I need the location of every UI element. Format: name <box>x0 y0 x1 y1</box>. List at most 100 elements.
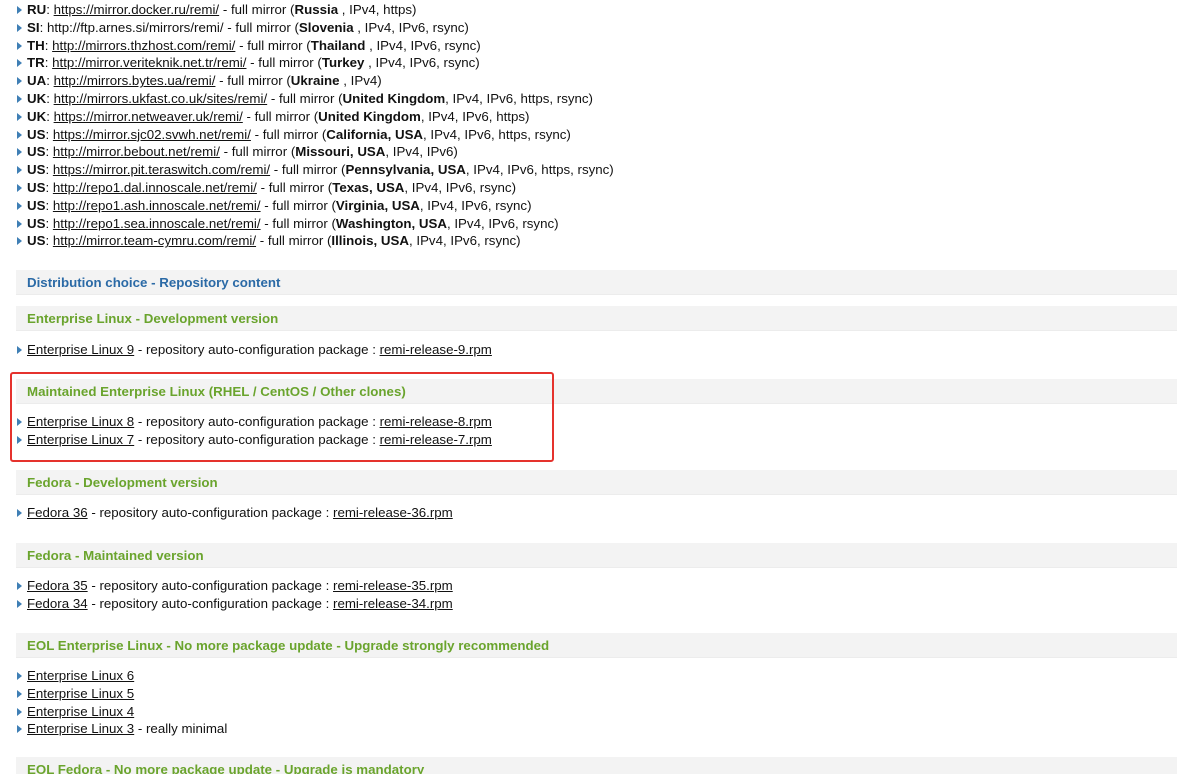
section-eol-el: EOL Enterprise Linux - No more package u… <box>16 633 1177 658</box>
mirror-features: , IPv4, IPv6, rsync) <box>365 37 481 53</box>
triangle-right-icon <box>17 509 22 517</box>
mirror-link[interactable]: http://mirror.veriteknik.net.tr/remi/ <box>52 55 246 70</box>
mirror-item: UA: http://mirrors.bytes.ua/remi/ - full… <box>16 72 614 90</box>
colon: : <box>45 215 53 231</box>
country-code: TR <box>27 55 45 71</box>
page: RU: https://mirror.docker.ru/remi/ - ful… <box>0 0 1177 774</box>
mirror-location: Slovenia <box>298 19 354 35</box>
rpm-download-link[interactable]: remi-release-7.rpm <box>380 432 492 447</box>
mirror-location: Ukraine <box>290 73 340 89</box>
rpm-download-link[interactable]: remi-release-9.rpm <box>380 342 492 357</box>
eol-item: Enterprise Linux 5 <box>16 685 227 703</box>
eol-el-list: Enterprise Linux 6 Enterprise Linux 5 Ente… <box>16 667 227 738</box>
mirror-desc: - full mirror ( <box>215 73 291 89</box>
mirror-desc: - full mirror ( <box>250 126 327 142</box>
triangle-right-icon <box>17 237 22 246</box>
rpm-download-link[interactable]: remi-release-36.rpm <box>333 505 453 520</box>
colon: : <box>45 179 53 195</box>
mirror-features: , IPv4, IPv6, rsync) <box>419 197 532 213</box>
mirror-desc: - full mirror ( <box>235 37 311 53</box>
release-link[interactable]: Enterprise Linux 9 <box>27 342 134 357</box>
release-link[interactable]: Fedora 35 <box>27 578 88 593</box>
mirror-link[interactable]: https://mirror.docker.ru/remi/ <box>54 2 220 17</box>
eol-item: Enterprise Linux 6 <box>16 667 227 685</box>
package-item: Fedora 34 - repository auto-configuratio… <box>16 595 453 613</box>
mirror-link[interactable]: https://mirror.sjc02.svwh.net/remi/ <box>53 127 251 142</box>
rpm-download-link[interactable]: remi-release-8.rpm <box>380 414 492 429</box>
mirror-link[interactable]: http://repo1.dal.innoscale.net/remi/ <box>53 180 257 195</box>
dist-choice-separator: - <box>147 275 160 290</box>
mirror-desc: - full mirror ( <box>246 55 322 71</box>
country-code: US <box>27 233 46 249</box>
mirror-link[interactable]: http://repo1.sea.innoscale.net/remi/ <box>53 216 261 231</box>
triangle-right-icon <box>17 23 22 32</box>
triangle-right-icon <box>17 689 22 698</box>
rpm-download-link[interactable]: remi-release-35.rpm <box>333 578 453 593</box>
triangle-right-icon <box>17 725 22 734</box>
package-item: Fedora 35 - repository auto-configuratio… <box>16 577 453 595</box>
triangle-right-icon <box>17 166 22 175</box>
triangle-right-icon <box>17 94 22 103</box>
eol-release-link[interactable]: Enterprise Linux 6 <box>27 668 134 683</box>
mirror-link[interactable]: http://repo1.ash.innoscale.net/remi/ <box>53 198 261 213</box>
mirror-desc: - full mirror ( <box>219 2 295 17</box>
release-link[interactable]: Fedora 34 <box>27 596 88 611</box>
package-item: Enterprise Linux 8 - repository auto-con… <box>16 413 492 431</box>
release-link[interactable]: Fedora 36 <box>27 505 88 520</box>
triangle-right-icon <box>17 599 22 608</box>
eol-release-link[interactable]: Enterprise Linux 4 <box>27 704 134 719</box>
mirror-features: , IPv4) <box>339 73 382 89</box>
el-dev-list: Enterprise Linux 9 - repository auto-con… <box>16 341 492 359</box>
release-link[interactable]: Enterprise Linux 8 <box>27 414 134 429</box>
mirror-link[interactable]: http://mirror.team-cymru.com/remi/ <box>53 233 256 248</box>
eol-release-link[interactable]: Enterprise Linux 5 <box>27 686 134 701</box>
triangle-right-icon <box>17 707 22 716</box>
country-code: US <box>27 126 46 142</box>
fedora-maintained-list: Fedora 35 - repository auto-configuratio… <box>16 577 453 613</box>
repo-content-link[interactable]: Repository content <box>159 275 280 290</box>
mirror-location: California, USA <box>326 126 424 142</box>
country-code: TH <box>27 37 45 53</box>
rpm-download-link[interactable]: remi-release-34.rpm <box>333 596 453 611</box>
triangle-right-icon <box>17 77 22 86</box>
mirror-link[interactable]: http://mirror.bebout.net/remi/ <box>53 144 220 159</box>
mirror-features: , IPv4, IPv6) <box>385 144 458 160</box>
mirror-location: Turkey <box>321 55 365 71</box>
mirror-item: RU: https://mirror.docker.ru/remi/ - ful… <box>16 1 614 19</box>
mirror-location: Virginia, USA <box>335 197 420 213</box>
package-desc: - repository auto-configuration package … <box>134 414 380 429</box>
mirror-desc: - full mirror ( <box>219 144 296 160</box>
mirror-features: , IPv4, IPv6, https) <box>420 108 530 124</box>
package-desc: - repository auto-configuration package … <box>134 431 380 447</box>
mirror-features: , IPv4, IPv6, https, rsync) <box>445 90 593 106</box>
mirror-list: RU: https://mirror.docker.ru/remi/ - ful… <box>16 1 614 250</box>
triangle-right-icon <box>17 130 22 139</box>
mirror-link[interactable]: http://mirrors.bytes.ua/remi/ <box>54 73 216 88</box>
mirror-item: TR: http://mirror.veriteknik.net.tr/remi… <box>16 54 614 72</box>
package-item: Fedora 36 - repository auto-configuratio… <box>16 504 453 522</box>
mirror-location: Russia <box>294 2 339 17</box>
mirror-desc: - full mirror ( <box>223 19 299 35</box>
mirror-link[interactable]: https://mirror.pit.teraswitch.com/remi/ <box>53 162 270 177</box>
mirror-link[interactable]: https://mirror.netweaver.uk/remi/ <box>54 109 243 124</box>
mirror-desc: - full mirror ( <box>260 215 336 231</box>
mirror-item: US: http://repo1.ash.innoscale.net/remi/… <box>16 197 614 215</box>
country-code: SI <box>27 19 40 35</box>
dist-choice-link[interactable]: Distribution choice <box>27 275 147 290</box>
mirror-location: Washington, USA <box>335 215 447 231</box>
eol-release-link[interactable]: Enterprise Linux 3 <box>27 721 134 736</box>
colon: : <box>45 233 53 249</box>
mirror-url: http://ftp.arnes.si/mirrors/remi/ <box>46 19 224 35</box>
mirror-link[interactable]: http://mirrors.ukfast.co.uk/sites/remi/ <box>54 91 268 106</box>
colon: : <box>45 126 53 142</box>
mirror-link[interactable]: http://mirrors.thzhost.com/remi/ <box>52 38 235 53</box>
country-code: UA <box>27 73 47 89</box>
country-code: UK <box>27 108 47 124</box>
triangle-right-icon <box>17 346 22 354</box>
country-code: US <box>27 144 46 160</box>
mirror-features: , IPv4, IPv6, rsync) <box>404 179 516 195</box>
package-desc: - repository auto-configuration package … <box>87 578 334 593</box>
section-fedora-dev: Fedora - Development version <box>16 470 1177 495</box>
release-link[interactable]: Enterprise Linux 7 <box>27 432 134 447</box>
colon: : <box>46 73 54 89</box>
